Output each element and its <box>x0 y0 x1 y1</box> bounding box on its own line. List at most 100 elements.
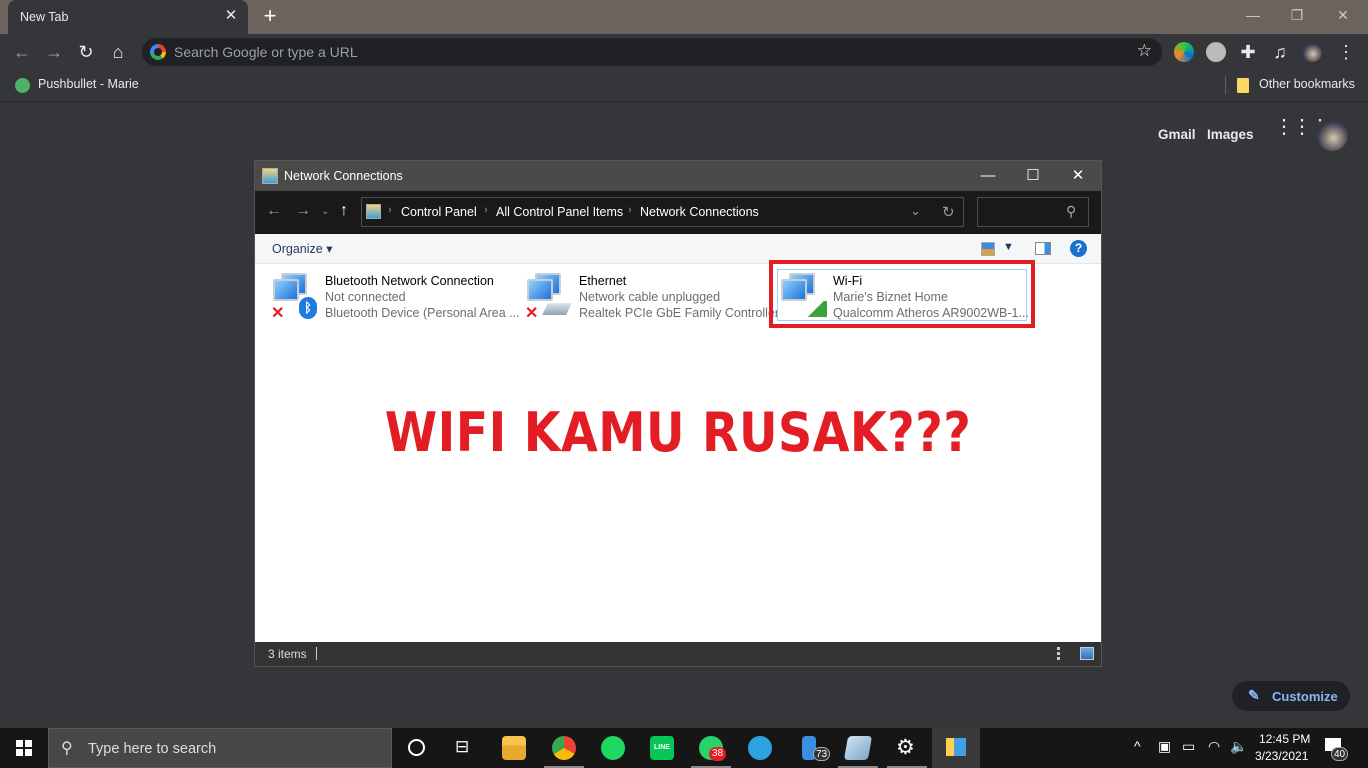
bookmark-pushbullet[interactable]: Pushbullet - Marie <box>38 77 139 91</box>
navigation-bar: ← → ⌄ ↑ › Control Panel › All Control Pa… <box>255 191 1101 234</box>
images-link[interactable]: Images <box>1207 127 1254 142</box>
close-window-icon[interactable]: ✕ <box>1328 4 1358 26</box>
chrome-icon[interactable] <box>552 736 576 760</box>
control-panel-taskbar-icon <box>946 738 966 756</box>
nav-up-icon[interactable]: ↑ <box>340 202 348 220</box>
show-hidden-icons[interactable]: ^ <box>1134 738 1141 754</box>
ethernet-cable-icon <box>542 303 572 315</box>
window-minimize-icon[interactable]: — <box>965 161 1011 191</box>
organize-label: Organize <box>272 242 323 256</box>
line-icon[interactable]: LINE <box>650 736 674 760</box>
connections-list: ✕ ᛒ Bluetooth Network Connection Not con… <box>255 260 1101 642</box>
extensions-puzzle-icon[interactable]: ✚ <box>1236 40 1260 64</box>
tab-title: New Tab <box>20 10 69 24</box>
cortana-icon[interactable] <box>408 739 425 756</box>
window-titlebar: Network Connections — ☐ ✕ <box>255 161 1101 191</box>
address-bar[interactable]: › Control Panel › All Control Panel Item… <box>361 197 964 227</box>
ntp-avatar[interactable] <box>1316 119 1348 151</box>
large-icons-view-icon[interactable] <box>1080 647 1094 660</box>
window-maximize-icon[interactable]: ☐ <box>1010 161 1056 191</box>
refresh-icon[interactable]: ↻ <box>942 203 955 221</box>
window-close-icon[interactable]: ✕ <box>1055 161 1101 191</box>
settings-gear-icon[interactable]: ⚙ <box>896 735 915 760</box>
disconnected-x-icon: ✕ <box>271 305 285 322</box>
omnibox-input[interactable] <box>174 38 1114 66</box>
pushbullet-icon <box>15 78 30 93</box>
wifi-icon[interactable]: ◠ <box>1208 738 1220 755</box>
tab-strip: New Tab ✕ + — ❐ ✕ <box>0 0 1368 34</box>
bookmarks-bar: Pushbullet - Marie Other bookmarks <box>0 70 1368 102</box>
red-highlight-box <box>769 260 1035 328</box>
breadcrumb-network-connections[interactable]: Network Connections <box>640 205 759 219</box>
disconnected-x-icon: ✕ <box>525 305 539 322</box>
taskbar-search-placeholder: Type here to search <box>88 741 217 757</box>
breadcrumb-all-items[interactable]: All Control Panel Items <box>496 205 623 219</box>
item-name: Ethernet <box>579 274 627 288</box>
search-icon: ⚲ <box>1066 203 1077 219</box>
clock-date[interactable]: 3/23/2021 <box>1255 749 1308 763</box>
organize-button[interactable]: Organize ▾ <box>272 241 332 256</box>
preview-pane-icon[interactable] <box>1035 242 1051 255</box>
globe-extension-icon[interactable] <box>1206 42 1226 62</box>
notifications-badge: 40 <box>1331 747 1348 761</box>
omnibox[interactable]: ☆ <box>142 38 1162 66</box>
taskbar-search-box[interactable]: ⚲ Type here to search <box>48 728 392 768</box>
network-computer-icon: ✕ <box>525 273 572 322</box>
network-computer-icon: ✕ ᛒ <box>271 273 317 322</box>
folder-icon <box>1237 78 1249 93</box>
notepad-icon[interactable] <box>843 736 873 760</box>
bluetooth-icon: ᛒ <box>299 297 317 319</box>
customize-button[interactable]: ✎ Customize <box>1232 681 1350 711</box>
tab-new-tab[interactable]: New Tab ✕ <box>8 0 248 34</box>
bookmark-divider <box>1225 76 1226 94</box>
overlay-headline: WIFI KAMU RUSAK??? <box>384 401 972 464</box>
change-view-icon[interactable] <box>981 242 995 256</box>
gmail-link[interactable]: Gmail <box>1158 127 1196 142</box>
file-explorer-icon[interactable] <box>502 736 526 760</box>
volume-icon[interactable]: 🔈 <box>1230 738 1247 755</box>
back-icon[interactable]: ← <box>10 40 34 64</box>
browser-toolbar: ← → ↻ ⌂ ☆ ✚ ♫ ⋮ <box>0 34 1368 70</box>
item-status: Network cable unplugged <box>579 290 721 304</box>
battery-icon[interactable]: ▭ <box>1182 738 1195 755</box>
clock-time[interactable]: 12:45 PM <box>1259 732 1310 746</box>
active-app-control-panel[interactable] <box>932 728 980 768</box>
menu-kebab-icon[interactable]: ⋮ <box>1334 40 1358 64</box>
whatsapp-badge: 38 <box>709 747 726 761</box>
recent-locations-icon[interactable]: ⌄ <box>321 206 329 217</box>
telegram-icon[interactable] <box>748 736 772 760</box>
breadcrumb-control-panel[interactable]: Control Panel <box>401 205 477 219</box>
spotify-icon[interactable] <box>601 736 625 760</box>
minimize-icon[interactable]: — <box>1238 4 1268 26</box>
details-view-icon[interactable] <box>1057 647 1072 660</box>
meet-now-icon[interactable]: ▣ <box>1158 738 1171 755</box>
breadcrumb-separator: › <box>388 204 392 216</box>
status-bar: 3 items <box>255 642 1101 666</box>
close-tab-icon[interactable]: ✕ <box>222 7 240 25</box>
reload-icon[interactable]: ↻ <box>74 40 98 64</box>
new-tab-button[interactable]: + <box>258 4 282 28</box>
search-box[interactable]: ⚲ <box>977 197 1089 227</box>
help-icon[interactable]: ? <box>1070 240 1087 257</box>
windows-start-icon[interactable] <box>16 740 32 756</box>
nav-forward-icon[interactable]: → <box>295 202 311 220</box>
list-item-bluetooth[interactable]: ✕ ᛒ Bluetooth Network Connection Not con… <box>271 269 520 322</box>
windows-taskbar: ⚲ Type here to search ⊟ LINE 38 73 ⚙ ^ ▣… <box>0 728 1368 768</box>
bookmark-star-icon[interactable]: ☆ <box>1137 41 1152 61</box>
list-item-ethernet[interactable]: ✕ Ethernet Network cable unplugged Realt… <box>525 269 779 322</box>
profile-avatar[interactable] <box>1302 42 1322 62</box>
media-control-icon[interactable]: ♫ <box>1268 40 1292 64</box>
idm-extension-icon[interactable] <box>1174 42 1194 62</box>
restore-icon[interactable]: ❐ <box>1282 4 1312 26</box>
pencil-icon: ✎ <box>1248 687 1260 703</box>
address-dropdown-icon[interactable]: ⌄ <box>910 203 921 219</box>
view-dropdown-icon[interactable]: ▼ <box>1003 241 1014 253</box>
task-view-icon[interactable]: ⊟ <box>455 737 469 757</box>
search-icon: ⚲ <box>61 740 73 757</box>
forward-icon[interactable]: → <box>42 40 66 64</box>
nav-back-icon[interactable]: ← <box>266 202 282 220</box>
item-count: 3 items <box>268 647 307 661</box>
bookmark-other[interactable]: Other bookmarks <box>1259 77 1355 91</box>
home-icon[interactable]: ⌂ <box>106 40 130 64</box>
customize-label: Customize <box>1272 689 1338 704</box>
